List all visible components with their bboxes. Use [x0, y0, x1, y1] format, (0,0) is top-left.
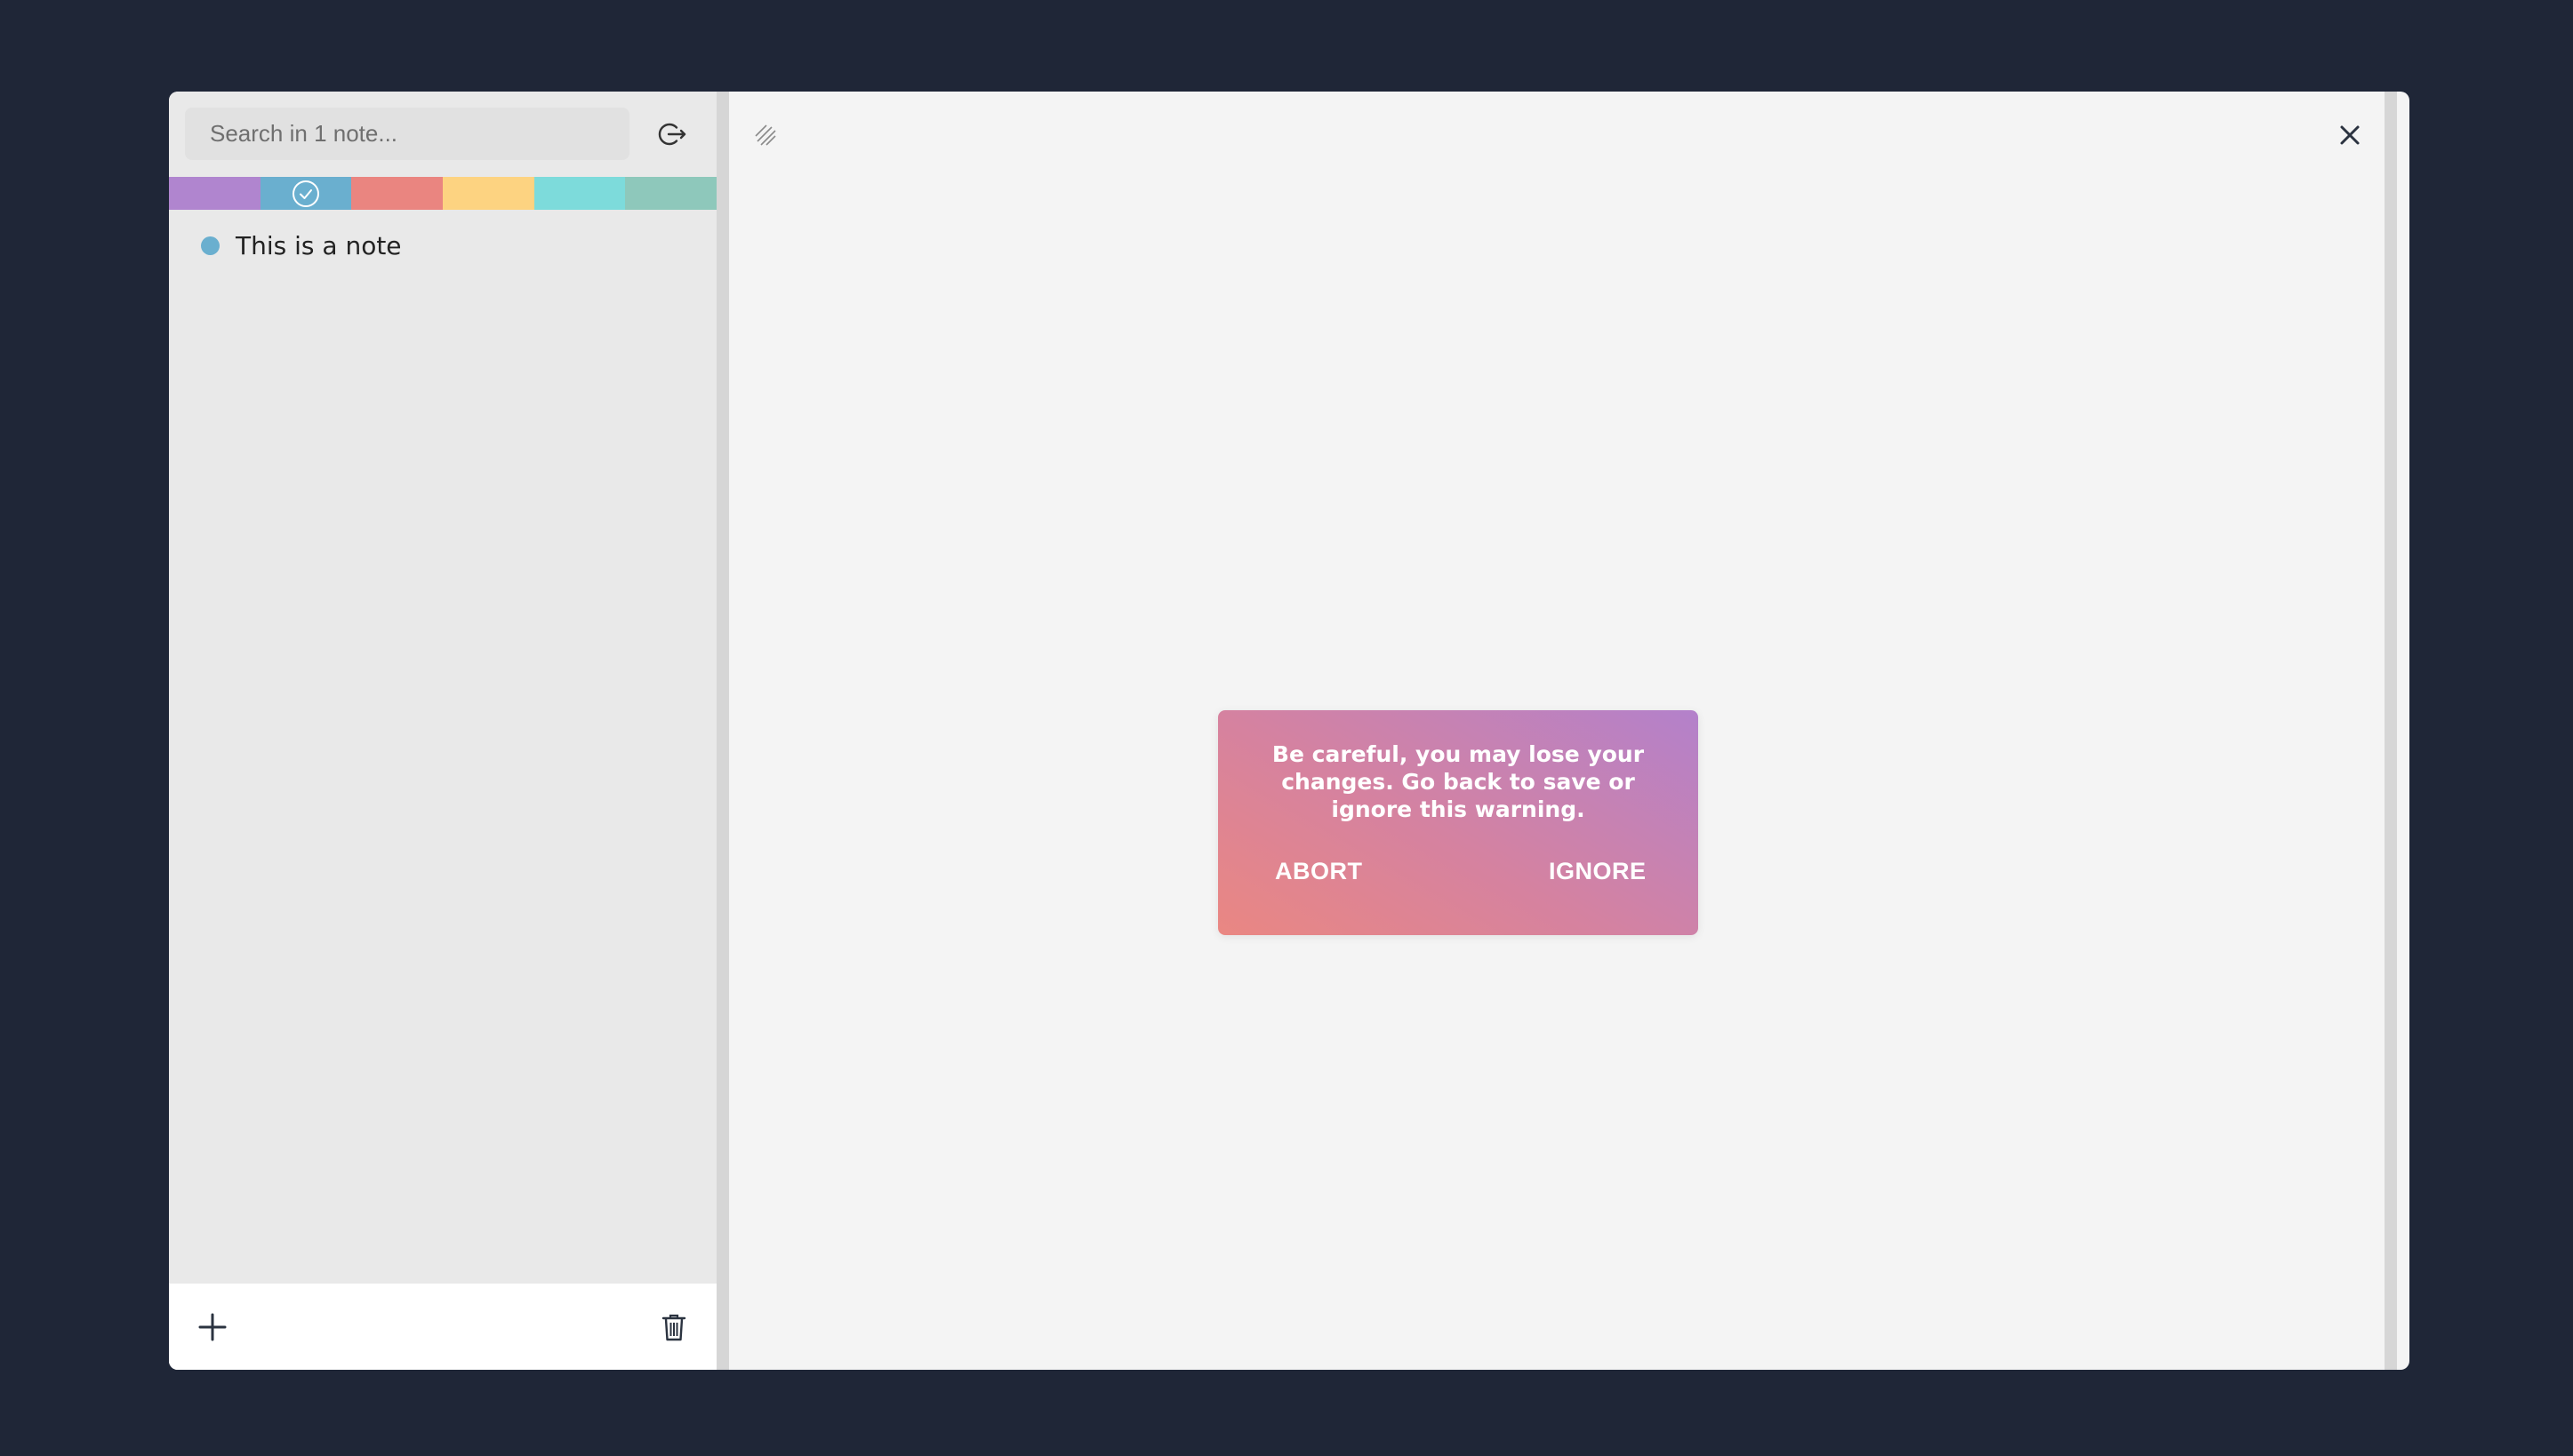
search-bar [169, 92, 717, 177]
note-title: This is a note [236, 230, 402, 260]
list-item[interactable]: This is a note [169, 210, 717, 281]
color-filter-bar [169, 177, 717, 210]
check-circle-icon [293, 180, 319, 207]
plus-icon [198, 1313, 227, 1341]
unsaved-changes-dialog: Be careful, you may lose your changes. G… [1218, 710, 1698, 935]
color-swatch-yellow[interactable] [443, 177, 534, 210]
dialog-message: Be careful, you may lose your changes. G… [1271, 741, 1645, 822]
color-swatch-cyan[interactable] [533, 177, 626, 210]
logout-icon [658, 123, 686, 146]
note-color-dot [201, 236, 220, 255]
add-note-button[interactable] [196, 1310, 229, 1344]
abort-button[interactable]: ABORT [1275, 858, 1363, 885]
ignore-button[interactable]: IGNORE [1549, 858, 1647, 885]
trash-icon [661, 1314, 686, 1341]
close-icon [2340, 125, 2360, 145]
close-button[interactable] [2333, 118, 2367, 152]
color-swatch-teal[interactable] [625, 177, 717, 210]
panel-splitter[interactable] [717, 92, 729, 1370]
color-swatch-purple[interactable] [169, 177, 261, 210]
color-swatch-red[interactable] [351, 177, 444, 210]
sidebar: This is a note [169, 92, 717, 1370]
delete-note-button[interactable] [660, 1312, 688, 1342]
resize-handle-icon [755, 124, 776, 146]
resize-handle[interactable] [752, 122, 779, 148]
app-window: This is a note [169, 92, 2409, 1370]
sidebar-footer [169, 1284, 717, 1370]
color-swatch-blue[interactable] [260, 177, 352, 210]
note-list: This is a note [169, 210, 717, 281]
logout-button[interactable] [654, 116, 690, 152]
editor-scrollbar[interactable] [2385, 92, 2397, 1370]
search-input[interactable] [185, 108, 629, 160]
